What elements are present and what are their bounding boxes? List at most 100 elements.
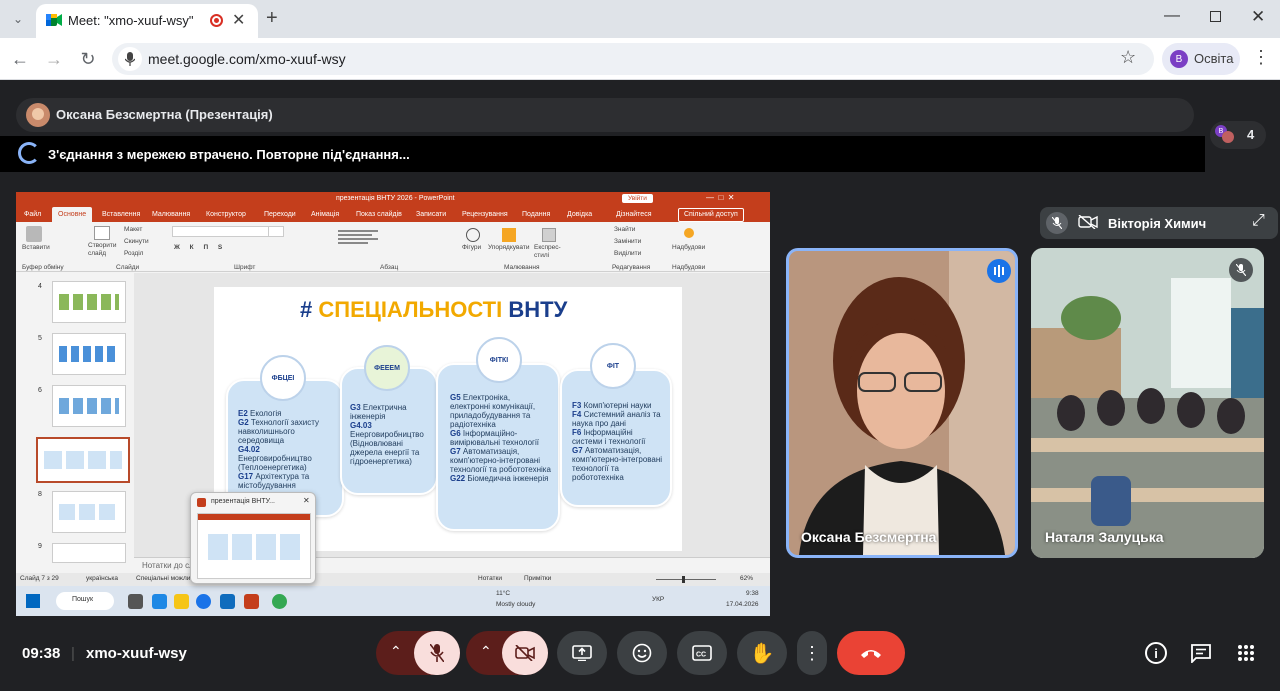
star-icon[interactable]: ☆: [1120, 47, 1136, 68]
slide-thumbnail[interactable]: [52, 333, 126, 375]
window-controls[interactable]: — □ ✕: [706, 193, 734, 202]
close-icon[interactable]: ✕: [303, 496, 310, 505]
participant-tile-oksana[interactable]: Оксана Безсмертна: [786, 248, 1018, 558]
tab-view[interactable]: Подання: [522, 207, 550, 222]
tab-design[interactable]: Конструктор: [206, 207, 246, 222]
mic-off-icon: [430, 644, 444, 662]
taskbar-preview[interactable]: презентація ВНТУ... ✕: [190, 492, 316, 584]
ppt-tab-row: Файл Основне Вставлення Малювання Констр…: [16, 207, 770, 222]
language-status[interactable]: українська: [86, 575, 118, 582]
tab-slideshow[interactable]: Показ слайдів: [356, 207, 402, 222]
back-icon[interactable]: ←: [6, 45, 34, 73]
meeting-time: 09:38: [22, 645, 61, 662]
slide-thumbnail[interactable]: [52, 491, 126, 533]
notes-toggle[interactable]: Нотатки: [478, 575, 502, 582]
group-drawing: Малювання: [504, 264, 540, 271]
reset-label[interactable]: Скинути: [124, 238, 149, 245]
windows-start-icon[interactable]: [26, 594, 40, 608]
signin-button[interactable]: Увійти: [622, 194, 653, 203]
store-icon[interactable]: [220, 594, 235, 609]
slide-thumbnail[interactable]: [52, 385, 126, 427]
shapes-icon[interactable]: [466, 228, 480, 242]
captions-button[interactable]: CC: [677, 631, 727, 675]
addins-icon[interactable]: [684, 228, 694, 238]
avatar-photo: [1222, 131, 1234, 143]
quick-styles-icon[interactable]: [542, 228, 556, 242]
replace-label[interactable]: Замінити: [614, 238, 641, 245]
close-icon[interactable]: ✕: [232, 10, 245, 30]
powerpoint-icon[interactable]: [244, 594, 259, 609]
task-view-icon[interactable]: [128, 594, 143, 609]
reactions-button[interactable]: [617, 631, 667, 675]
participant-tile-natalia[interactable]: Наталя Залуцька: [1031, 248, 1264, 558]
paragraph-controls[interactable]: [338, 228, 448, 254]
share-button[interactable]: Спільний доступ: [678, 208, 744, 222]
app-icon[interactable]: [152, 594, 167, 609]
paste-icon[interactable]: [26, 226, 42, 242]
tab-animation[interactable]: Анімація: [311, 207, 339, 222]
chevron-up-icon[interactable]: ⌃: [480, 643, 492, 660]
select-label[interactable]: Виділити: [614, 250, 641, 257]
browser-tab[interactable]: Meet: "xmo-xuuf-wsy" ✕: [36, 4, 258, 38]
quick-styles-label: Експрес-стилі: [534, 244, 561, 259]
slide-thumbnail[interactable]: [52, 543, 126, 563]
layout-label[interactable]: Макет: [124, 226, 142, 233]
apps-grid-icon[interactable]: [1237, 644, 1255, 667]
chevron-up-icon[interactable]: ⌃: [390, 643, 402, 660]
info-icon[interactable]: i: [1145, 642, 1167, 664]
tab-record[interactable]: Записати: [416, 207, 446, 222]
file-explorer-icon[interactable]: [174, 594, 189, 609]
tab-draw[interactable]: Малювання: [152, 207, 190, 222]
preview-thumbnail: [197, 513, 311, 579]
meet-logo-icon: [46, 13, 62, 27]
zoom-slider[interactable]: [656, 576, 716, 583]
new-slide-icon[interactable]: [94, 226, 110, 240]
tab-review[interactable]: Рецензування: [462, 207, 508, 222]
participants-chip[interactable]: В 4: [1210, 121, 1266, 149]
tab-tellme[interactable]: Дізнайтеся: [616, 207, 652, 222]
slide-thumbnail[interactable]: [52, 281, 126, 323]
restore-icon[interactable]: [1210, 11, 1221, 22]
thumbnail-pane: 4 5 6 7 8 9: [16, 273, 134, 573]
profile-button[interactable]: B Освіта: [1162, 43, 1240, 75]
window-close-icon[interactable]: ✕: [1251, 7, 1265, 27]
forward-icon[interactable]: →: [40, 45, 68, 73]
recording-icon: [210, 14, 223, 27]
tab-file[interactable]: Файл: [24, 207, 41, 222]
find-label[interactable]: Знайти: [614, 226, 635, 233]
camera-toggle-button[interactable]: [502, 631, 548, 675]
leave-call-button[interactable]: [837, 631, 905, 675]
raise-hand-button[interactable]: ✋: [737, 631, 787, 675]
chat-icon[interactable]: [1190, 643, 1212, 668]
arrange-icon[interactable]: [502, 228, 516, 242]
comments-toggle[interactable]: Примітки: [524, 575, 551, 582]
chevron-down-icon[interactable]: ⌄: [4, 5, 32, 33]
floating-participant[interactable]: Вікторія Химич ⤢: [1040, 207, 1278, 239]
more-options-button[interactable]: ⋮: [797, 631, 827, 675]
site-info-icon[interactable]: [118, 47, 142, 71]
reload-icon[interactable]: ↻: [74, 45, 102, 73]
section-label[interactable]: Розділ: [124, 250, 143, 257]
plus-icon[interactable]: +: [266, 7, 278, 30]
keyboard-language[interactable]: УКР: [652, 596, 664, 603]
minimize-icon[interactable]: —: [1164, 7, 1180, 25]
font-size-box[interactable]: [268, 226, 284, 237]
tab-home[interactable]: Основне: [52, 207, 93, 222]
mic-toggle-button[interactable]: [414, 631, 460, 675]
tab-help[interactable]: Довідка: [567, 207, 592, 222]
taskbar-search[interactable]: Пошук: [56, 592, 114, 610]
tab-insert[interactable]: Вставлення: [102, 207, 140, 222]
address-bar[interactable]: meet.google.com/xmo-xuuf-wsy ☆: [112, 43, 1154, 75]
floating-name: Вікторія Химич: [1108, 216, 1207, 231]
participant-name: Наталя Залуцька: [1045, 529, 1164, 545]
menu-icon[interactable]: ⋮: [1252, 47, 1270, 68]
tab-transitions[interactable]: Переходи: [264, 207, 296, 222]
expand-icon[interactable]: ⤢: [1252, 212, 1265, 230]
edge-icon[interactable]: [196, 594, 211, 609]
present-button[interactable]: [557, 631, 607, 675]
chrome-icon[interactable]: [272, 594, 287, 609]
presenter-bar[interactable]: Оксана Безсмертна (Презентація): [16, 98, 1194, 132]
slide-thumbnail-selected[interactable]: [36, 437, 130, 483]
font-format-buttons[interactable]: Ж К П S: [174, 244, 226, 251]
title-rest: ВНТУ: [508, 297, 568, 322]
